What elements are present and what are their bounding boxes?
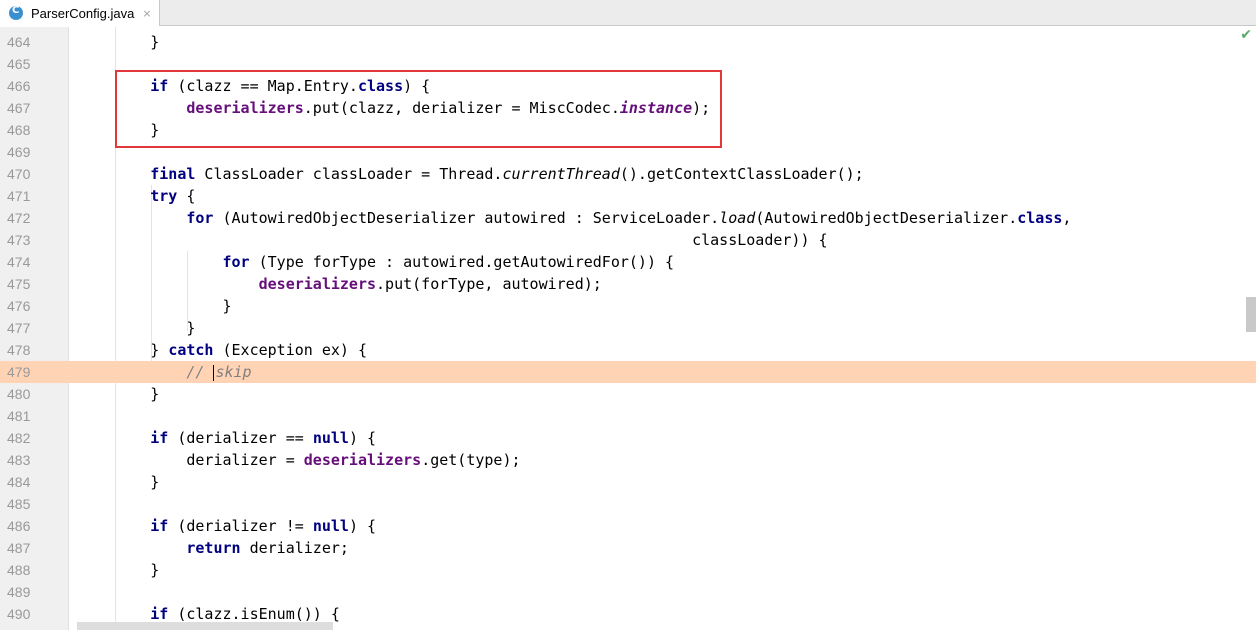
code-text[interactable]: final ClassLoader classLoader = Thread.c…: [78, 163, 863, 185]
code-text[interactable]: }: [78, 559, 159, 581]
code-text[interactable]: }: [78, 119, 159, 141]
ide-window: C ParserConfig.java × 464 } 465 466 if (cl…: [0, 0, 1256, 630]
code-line[interactable]: 477 }: [0, 317, 1256, 339]
code-text[interactable]: derializer = deserializers.get(type);: [78, 449, 520, 471]
code-text[interactable]: for (Type forType : autowired.getAutowir…: [78, 251, 675, 273]
code-line[interactable]: 470 final ClassLoader classLoader = Thre…: [0, 163, 1256, 185]
line-number: 469: [7, 144, 31, 160]
code-line[interactable]: 485: [0, 493, 1256, 515]
code-text[interactable]: }: [78, 317, 195, 339]
code-line[interactable]: 473 classLoader)) {: [0, 229, 1256, 251]
code-line[interactable]: 464 }: [0, 31, 1256, 53]
code-line[interactable]: 478 } catch (Exception ex) {: [0, 339, 1256, 361]
java-class-icon-letter: C: [12, 5, 20, 16]
code-line[interactable]: 483 derializer = deserializers.get(type)…: [0, 449, 1256, 471]
code-line[interactable]: 488 }: [0, 559, 1256, 581]
line-number: 470: [7, 166, 31, 182]
code-text[interactable]: } catch (Exception ex) {: [78, 339, 367, 361]
line-number: 488: [7, 562, 31, 578]
line-number: 480: [7, 386, 31, 402]
line-number: 483: [7, 452, 31, 468]
code-editor[interactable]: 464 } 465 466 if (clazz == Map.Entry.class…: [0, 27, 1256, 630]
code-line[interactable]: 480 }: [0, 383, 1256, 405]
line-number: 464: [7, 34, 31, 50]
line-number: 486: [7, 518, 31, 534]
code-text[interactable]: }: [78, 31, 159, 53]
line-number: 487: [7, 540, 31, 556]
line-number: 484: [7, 474, 31, 490]
line-number: 474: [7, 254, 31, 270]
line-number: 485: [7, 496, 31, 512]
code-line[interactable]: 466 if (clazz == Map.Entry.class) {: [0, 75, 1256, 97]
editor-tab-bar: C ParserConfig.java ×: [0, 0, 1256, 26]
code-line[interactable]: 484 }: [0, 471, 1256, 493]
java-class-icon: C: [9, 5, 23, 20]
line-number: 472: [7, 210, 31, 226]
code-line-current[interactable]: 479 // skip: [0, 361, 1256, 383]
code-text[interactable]: // skip: [78, 361, 251, 383]
line-number: 466: [7, 78, 31, 94]
inspection-ok-icon: ✔: [1240, 27, 1252, 43]
code-line[interactable]: 468 }: [0, 119, 1256, 141]
code-line[interactable]: 474 for (Type forType : autowired.getAut…: [0, 251, 1256, 273]
code-line[interactable]: 472 for (AutowiredObjectDeserializer aut…: [0, 207, 1256, 229]
code-text[interactable]: return derializer;: [78, 537, 349, 559]
code-text[interactable]: }: [78, 471, 159, 493]
line-number: 482: [7, 430, 31, 446]
code-text[interactable]: if (derializer == null) {: [78, 427, 376, 449]
code-text[interactable]: classLoader)) {: [78, 229, 827, 251]
code-line[interactable]: 481: [0, 405, 1256, 427]
vertical-scrollbar-thumb[interactable]: [1246, 297, 1256, 332]
line-number: 478: [7, 342, 31, 358]
code-text[interactable]: if (clazz == Map.Entry.class) {: [78, 75, 430, 97]
line-number: 481: [7, 408, 31, 424]
line-number: 473: [7, 232, 31, 248]
code-line[interactable]: 475 deserializers.put(forType, autowired…: [0, 273, 1256, 295]
code-line[interactable]: 482 if (derializer == null) {: [0, 427, 1256, 449]
code-text[interactable]: }: [78, 383, 159, 405]
code-line[interactable]: 476 }: [0, 295, 1256, 317]
line-number: 489: [7, 584, 31, 600]
line-number: 468: [7, 122, 31, 138]
code-line[interactable]: 471 try {: [0, 185, 1256, 207]
file-tab-label: ParserConfig.java: [31, 5, 135, 21]
code-line[interactable]: 467 deserializers.put(clazz, derializer …: [0, 97, 1256, 119]
code-line[interactable]: 486 if (derializer != null) {: [0, 515, 1256, 537]
code-line[interactable]: 487 return derializer;: [0, 537, 1256, 559]
code-text[interactable]: for (AutowiredObjectDeserializer autowir…: [78, 207, 1071, 229]
code-text[interactable]: if (derializer != null) {: [78, 515, 376, 537]
code-text[interactable]: }: [78, 295, 231, 317]
line-number: 467: [7, 100, 31, 116]
line-number: 471: [7, 188, 31, 204]
file-tab[interactable]: C ParserConfig.java ×: [0, 0, 160, 26]
code-line[interactable]: 469: [0, 141, 1256, 163]
horizontal-scrollbar-thumb[interactable]: [77, 622, 333, 630]
line-number: 465: [7, 56, 31, 72]
code-line[interactable]: 489: [0, 581, 1256, 603]
line-number: 476: [7, 298, 31, 314]
code-text[interactable]: try {: [78, 185, 195, 207]
line-number: 479: [0, 361, 69, 383]
line-number: 475: [7, 276, 31, 292]
code-line[interactable]: 465: [0, 53, 1256, 75]
close-tab-icon[interactable]: ×: [142, 7, 151, 20]
line-number: 490: [7, 606, 31, 622]
code-text[interactable]: deserializers.put(clazz, derializer = Mi…: [78, 97, 710, 119]
code-text[interactable]: deserializers.put(forType, autowired);: [78, 273, 602, 295]
line-number: 477: [7, 320, 31, 336]
